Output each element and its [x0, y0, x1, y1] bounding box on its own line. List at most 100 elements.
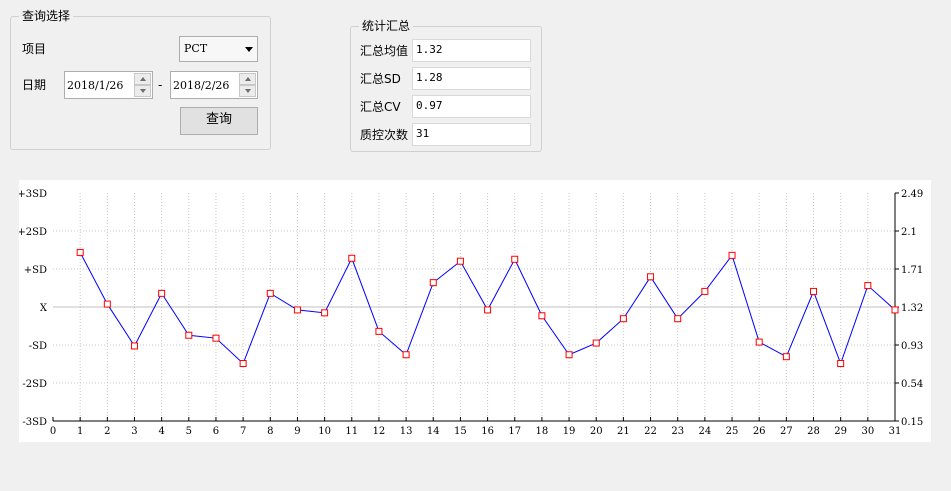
- x-tick-label: 30: [861, 426, 874, 437]
- x-tick-label: 14: [427, 426, 440, 437]
- x-tick-label: 13: [400, 426, 413, 437]
- stats-cv-field[interactable]: 0.97: [412, 95, 531, 118]
- x-tick-label: 16: [481, 426, 494, 437]
- stats-sd-field[interactable]: 1.28: [412, 67, 531, 90]
- x-tick-label: 10: [318, 426, 331, 437]
- chart-background: [19, 180, 931, 442]
- date-to-down-button[interactable]: [239, 85, 256, 97]
- stats-count-field[interactable]: 31: [412, 123, 531, 146]
- qc-data-point: [212, 334, 220, 342]
- item-select[interactable]: PCT: [179, 36, 258, 62]
- qc-data-point: [728, 251, 736, 259]
- x-tick-label: 7: [240, 426, 246, 437]
- x-tick-label: 12: [373, 426, 386, 437]
- x-tick-label: 25: [726, 426, 739, 437]
- qc-data-point: [402, 351, 410, 359]
- x-tick-label: 19: [563, 426, 576, 437]
- item-label: 项目: [22, 42, 47, 56]
- x-tick-label: 22: [644, 426, 657, 437]
- x-tick-label: 4: [158, 426, 164, 437]
- qc-data-point: [293, 306, 301, 314]
- stats-sd-label: 汇总SD: [360, 72, 401, 86]
- x-tick-label: 31: [889, 426, 902, 437]
- stats-cv-label: 汇总CV: [360, 100, 401, 114]
- stats-group-title: 统计汇总: [359, 19, 414, 33]
- x-tick-label: 1: [77, 426, 83, 437]
- qc-data-point: [837, 360, 845, 368]
- qc-data-point: [619, 315, 627, 323]
- left-tick-label: -2SD: [22, 379, 47, 390]
- x-tick-label: 6: [213, 426, 219, 437]
- qc-data-point: [511, 255, 519, 263]
- qc-data-point: [239, 360, 247, 368]
- date-to-spinner: [239, 73, 256, 97]
- x-tick-label: 5: [186, 426, 192, 437]
- date-to-up-button[interactable]: [239, 73, 256, 85]
- qc-data-point: [647, 273, 655, 281]
- left-tick-label: -SD: [29, 341, 47, 352]
- qc-data-point: [484, 306, 492, 314]
- right-tick-label: 2.49: [901, 189, 923, 200]
- arrow-up-icon: [245, 77, 251, 81]
- right-tick-label: 0.15: [901, 417, 923, 428]
- right-tick-label: 2.1: [901, 227, 917, 238]
- qc-data-point: [891, 306, 899, 314]
- item-select-value: PCT: [184, 42, 208, 55]
- chevron-down-icon[interactable]: [245, 47, 253, 52]
- x-tick-label: 29: [834, 426, 847, 437]
- qc-data-point: [103, 300, 111, 308]
- qc-data-point: [592, 339, 600, 347]
- date-from-picker[interactable]: 2018/1/26: [64, 71, 153, 99]
- qc-data-point: [321, 309, 329, 317]
- qc-data-point: [810, 287, 818, 295]
- arrow-up-icon: [140, 77, 146, 81]
- qc-data-point: [538, 312, 546, 320]
- date-from-down-button[interactable]: [134, 85, 151, 97]
- date-separator: -: [158, 78, 163, 92]
- x-tick-label: 21: [617, 426, 630, 437]
- left-tick-label: +3SD: [19, 189, 47, 200]
- date-from-spinner: [134, 73, 151, 97]
- x-tick-label: 0: [50, 426, 56, 437]
- qc-data-point: [158, 289, 166, 297]
- qc-data-point: [76, 248, 84, 256]
- x-tick-label: 28: [807, 426, 820, 437]
- date-from-value: 2018/1/26: [67, 79, 124, 92]
- x-tick-label: 24: [699, 426, 712, 437]
- qc-chart: 0 1 2 3 4 5 6 7 8 9 10 11 12 13 14 15 16 17 18 19 20 21 22 23 24…: [19, 180, 931, 442]
- qc-data-point: [701, 287, 709, 295]
- x-tick-label: 15: [454, 426, 467, 437]
- qc-data-point: [266, 289, 274, 297]
- date-from-up-button[interactable]: [134, 73, 151, 85]
- right-tick-label: 1.32: [901, 303, 923, 314]
- right-tick-label: 1.71: [901, 265, 923, 276]
- qc-data-point: [375, 327, 383, 335]
- date-to-picker[interactable]: 2018/2/26: [170, 71, 258, 99]
- left-tick-label: X: [40, 303, 48, 314]
- right-tick-label: 0.93: [901, 341, 923, 352]
- query-button[interactable]: 查询: [180, 107, 258, 135]
- x-tick-label: 8: [267, 426, 273, 437]
- qc-data-point: [429, 279, 437, 287]
- left-tick-label: -3SD: [22, 417, 47, 428]
- x-tick-label: 11: [345, 426, 358, 437]
- qc-data-point: [348, 254, 356, 262]
- qc-data-point: [565, 351, 573, 359]
- stats-mean-label: 汇总均值: [360, 44, 409, 58]
- qc-data-point: [130, 342, 138, 350]
- x-tick-label: 9: [294, 426, 300, 437]
- qc-data-point: [755, 338, 763, 346]
- qc-data-point: [864, 282, 872, 290]
- x-tick-label: 20: [590, 426, 603, 437]
- x-tick-label: 27: [780, 426, 793, 437]
- date-label: 日期: [22, 78, 47, 92]
- x-tick-label: 18: [536, 426, 549, 437]
- x-tick-label: 26: [753, 426, 766, 437]
- stats-mean-field[interactable]: 1.32: [412, 39, 531, 62]
- arrow-down-icon: [245, 89, 251, 93]
- qc-data-point: [185, 331, 193, 339]
- query-group-title: 查询选择: [19, 9, 74, 23]
- x-tick-label: 17: [508, 426, 521, 437]
- left-tick-label: +SD: [24, 265, 47, 276]
- date-to-value: 2018/2/26: [173, 79, 230, 92]
